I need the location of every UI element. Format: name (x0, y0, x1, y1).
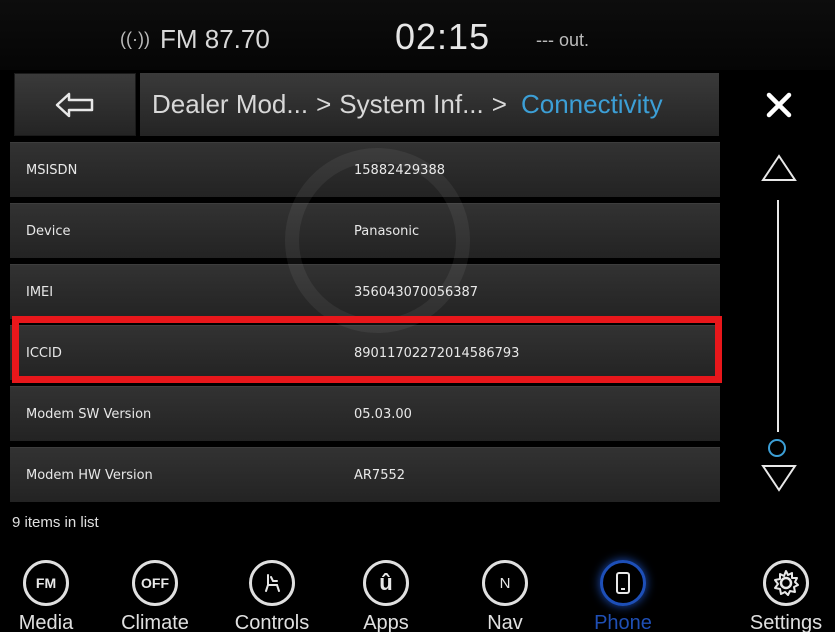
dock-label: Controls (234, 612, 310, 632)
list-item[interactable]: IMEI 356043070056387 (10, 264, 720, 319)
list-item[interactable]: Modem HW Version AR7552 (10, 447, 720, 502)
uconnect-screen: ((·)) FM 87.70 02:15 --- out. Dealer Mod… (0, 0, 835, 632)
list-item[interactable]: MSISDN 15882429388 (10, 142, 720, 197)
row-value: Panasonic (354, 224, 420, 239)
dock-apps[interactable]: û Apps (336, 538, 436, 632)
dock-label: Apps (363, 612, 409, 632)
scrollbar-track[interactable] (777, 200, 779, 432)
breadcrumb-separator: > (316, 89, 332, 119)
row-value: 05.03.00 (354, 407, 412, 422)
breadcrumb-system-info[interactable]: System Inf... (339, 89, 484, 120)
back-arrow-icon (55, 92, 94, 117)
breadcrumb-dealer-mode[interactable]: Dealer Mod... (152, 89, 308, 120)
dock-controls[interactable]: Controls (222, 538, 322, 632)
row-value: 15882429388 (354, 163, 445, 178)
outside-temperature: --- out. (536, 30, 590, 50)
scrollbar-thumb[interactable] (768, 439, 786, 457)
fm-icon: FM (23, 560, 69, 606)
radio-status[interactable]: ((·)) FM 87.70 (120, 24, 270, 55)
close-button[interactable] (737, 73, 821, 136)
row-key: Modem HW Version (26, 468, 153, 483)
scroll-down-arrow-icon[interactable] (749, 458, 809, 498)
dock-label: Settings (749, 612, 823, 632)
seat-controls-icon (249, 560, 295, 606)
dock-label: Nav (487, 612, 523, 632)
close-icon (766, 92, 792, 117)
breadcrumb-connectivity: Connectivity (520, 89, 663, 119)
breadcrumb-separator: > (491, 89, 507, 119)
compass-icon: N (482, 560, 528, 606)
phone-icon (600, 560, 646, 606)
scroll-up-arrow-icon[interactable] (749, 150, 809, 190)
clock: 02:15 (395, 16, 491, 57)
dock-label: Climate (121, 612, 189, 632)
climate-icon: OFF (132, 560, 178, 606)
dock-climate[interactable]: OFF Climate (105, 538, 205, 632)
list-item[interactable]: Modem SW Version 05.03.00 (10, 386, 720, 441)
radio-frequency: FM 87.70 (159, 24, 270, 54)
dock-phone[interactable]: Phone (573, 538, 673, 632)
dock-label: Media (18, 612, 74, 632)
row-value: AR7552 (354, 468, 406, 483)
apps-icon: û (363, 560, 409, 606)
dock-label: Phone (594, 612, 652, 632)
back-button[interactable] (14, 73, 136, 136)
breadcrumb: Dealer Mod... > System Inf... > Connecti… (140, 73, 719, 136)
dock-settings[interactable]: Settings (736, 538, 835, 632)
antenna-icon: ((·)) (120, 29, 150, 49)
gear-icon (763, 560, 809, 606)
row-key: MSISDN (26, 163, 78, 178)
dock-nav[interactable]: N Nav (455, 538, 555, 632)
list-item[interactable]: Device Panasonic (10, 203, 720, 258)
row-key: Modem SW Version (26, 407, 152, 422)
iccid-highlight-box (12, 316, 722, 383)
item-count: 9 items in list (12, 514, 99, 531)
dock-media[interactable]: FM Media (0, 538, 96, 632)
row-key: IMEI (26, 285, 54, 300)
row-value: 356043070056387 (354, 285, 479, 300)
row-key: Device (26, 224, 71, 239)
